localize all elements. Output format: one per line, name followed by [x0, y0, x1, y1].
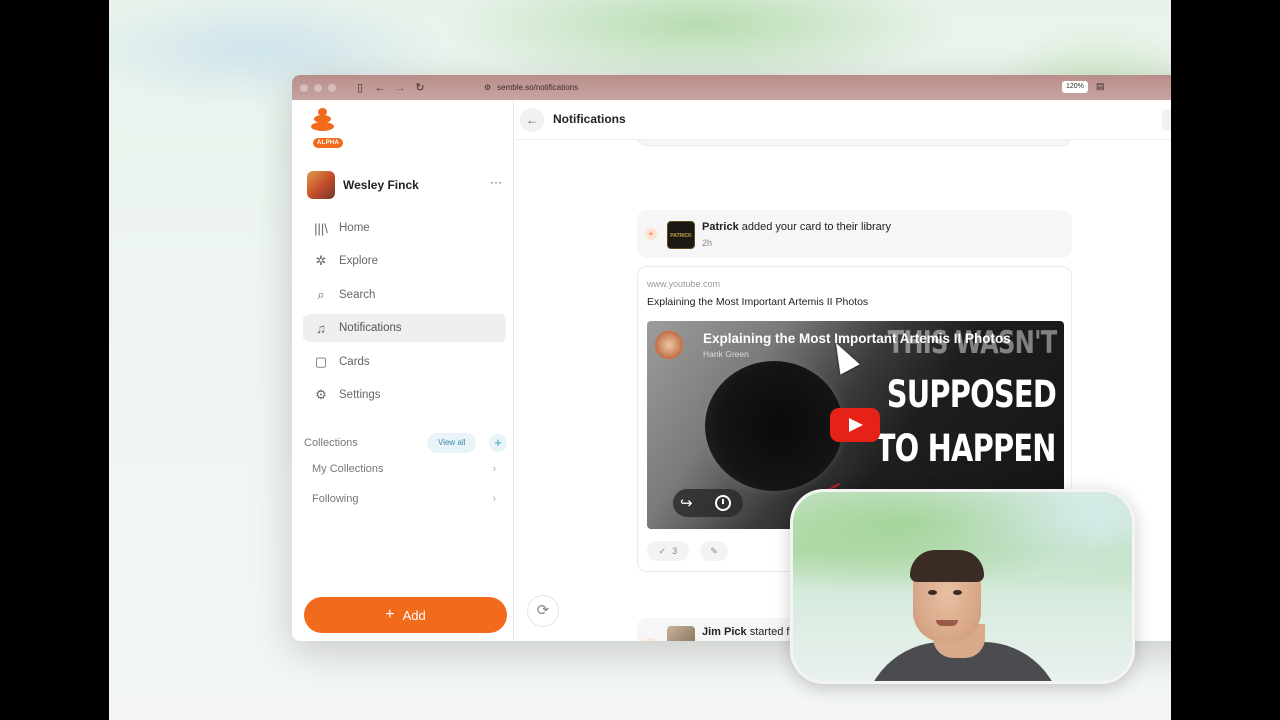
bell-icon: ♫ [316, 320, 326, 336]
card-icon: ▢ [314, 354, 328, 369]
video-title[interactable]: Explaining the Most Important Artemis II… [703, 331, 1011, 346]
avatar[interactable] [307, 171, 335, 199]
url-text[interactable]: semble.so/notifications [497, 83, 578, 92]
desktop-background: ▯ ← → ↻ ⚙ semble.so/notifications 120% ▤… [109, 0, 1171, 720]
view-all-collections-button[interactable]: View all [427, 433, 477, 453]
window-controls [300, 83, 336, 92]
sidebar-item-label: Search [339, 289, 376, 301]
chevron-right-icon: › [492, 463, 496, 475]
presenter-mouth [936, 620, 958, 626]
webcam-overlay [790, 489, 1135, 684]
card-domain: www.youtube.com [647, 279, 721, 289]
sidebar-item-label: Explore [339, 255, 378, 267]
reload-icon[interactable]: ↻ [410, 81, 430, 94]
add-button-label: Add [402, 607, 426, 623]
maximize-window-button[interactable] [328, 83, 336, 92]
presenter-hair [910, 550, 984, 582]
thumbnail-text: TO HAPPEN [876, 427, 1057, 470]
collections-title: Collections [304, 437, 358, 449]
add-notification-icon: + [645, 228, 657, 240]
share-icon[interactable]: ↪ [680, 494, 693, 512]
logo-stone [311, 122, 334, 131]
sidebar-item-label: Settings [339, 389, 381, 401]
sidebar-item-cards[interactable]: ▢ Cards [303, 348, 506, 376]
page-header: ← Notifications ▯ [515, 100, 1171, 140]
play-icon[interactable] [830, 408, 880, 442]
reader-icon[interactable]: ▤ [1096, 81, 1105, 92]
collections-header: Collections View all + [304, 433, 509, 453]
sidebar: ALPHA Wesley Finck ··· |||\ Home ✲ Explo… [297, 100, 514, 641]
sidebar-item-label: Home [339, 222, 370, 234]
avatar[interactable] [667, 626, 695, 641]
gear-icon: ⚙ [315, 387, 327, 402]
address-bar[interactable]: ⚙ semble.so/notifications [484, 80, 1084, 95]
plus-icon: + [385, 606, 395, 623]
panel-toggle-icon[interactable]: ▯ [1162, 109, 1171, 131]
notification-time: 2h [702, 238, 713, 248]
close-window-button[interactable] [300, 83, 308, 92]
minimize-window-button[interactable] [314, 83, 322, 92]
alpha-badge: ALPHA [313, 138, 344, 148]
notification-actor[interactable]: Jim Pick [702, 626, 747, 638]
semble-logo[interactable]: ALPHA [305, 106, 344, 148]
sidebar-toggle-icon[interactable]: ▯ [350, 81, 370, 94]
sidebar-item-notifications[interactable]: ♫ Notifications [303, 314, 506, 342]
sidebar-item-label: Cards [339, 356, 370, 368]
forward-icon[interactable]: → [390, 82, 410, 94]
profile-menu-icon[interactable]: ··· [490, 175, 502, 189]
search-icon: ⌕ [317, 287, 325, 302]
add-button[interactable]: + Add [304, 597, 507, 633]
card-title[interactable]: Explaining the Most Important Artemis II… [647, 296, 868, 308]
watch-later-icon[interactable] [715, 495, 731, 511]
sidebar-item-settings[interactable]: ⚙ Settings [303, 381, 506, 409]
explore-icon: ✲ [315, 253, 327, 268]
like-button[interactable]: ✓ 3 [647, 541, 689, 561]
moon-image [705, 361, 843, 491]
page-title: Notifications [553, 112, 626, 126]
notification-action: added your card to their library [738, 221, 891, 233]
sidebar-item-explore[interactable]: ✲ Explore [303, 247, 506, 275]
thumbnail-text: SUPPOSED [886, 373, 1057, 416]
site-settings-icon[interactable]: ⚙ [484, 83, 491, 92]
sidebar-item-label: Notifications [339, 322, 402, 334]
sidebar-item-search[interactable]: ⌕ Search [303, 281, 506, 309]
zoom-level-badge[interactable]: 120% [1062, 81, 1088, 93]
collection-item-label: Following [312, 493, 359, 505]
refresh-button[interactable]: ⟳ [527, 595, 559, 627]
sidebar-item-home[interactable]: |||\ Home [303, 214, 506, 242]
avatar[interactable]: PATRICK [667, 221, 695, 249]
presenter-eye [953, 590, 962, 595]
edit-button[interactable]: ✎ [700, 541, 728, 561]
collection-item-following[interactable]: Following › [312, 488, 502, 510]
presenter-eye [928, 590, 937, 595]
refresh-icon: ⟳ [536, 602, 550, 619]
collection-item-my-collections[interactable]: My Collections › [312, 458, 502, 480]
user-name: Wesley Finck [343, 178, 419, 192]
notification-actor[interactable]: Patrick [702, 221, 739, 233]
check-icon: ✓ [658, 545, 667, 556]
chevron-right-icon: › [492, 493, 496, 505]
profile-row[interactable]: Wesley Finck ··· [307, 170, 507, 200]
notification-text: Patrick added your card to their library [702, 221, 891, 233]
like-count: 3 [672, 546, 678, 556]
notification-item[interactable]: + PATRICK Patrick added your card to the… [637, 210, 1072, 258]
back-button[interactable]: ← [520, 108, 544, 132]
browser-toolbar: ▯ ← → ↻ ⚙ semble.so/notifications 120% ▤… [292, 75, 1171, 100]
collection-item-label: My Collections [312, 463, 384, 475]
library-icon: |||\ [314, 220, 328, 236]
channel-avatar[interactable] [655, 331, 683, 359]
pencil-icon: ✎ [710, 546, 718, 556]
add-notification-icon: + [645, 638, 657, 641]
video-channel[interactable]: Hank Green [703, 349, 749, 359]
back-icon[interactable]: ← [370, 82, 390, 94]
add-collection-button[interactable]: + [489, 434, 507, 452]
